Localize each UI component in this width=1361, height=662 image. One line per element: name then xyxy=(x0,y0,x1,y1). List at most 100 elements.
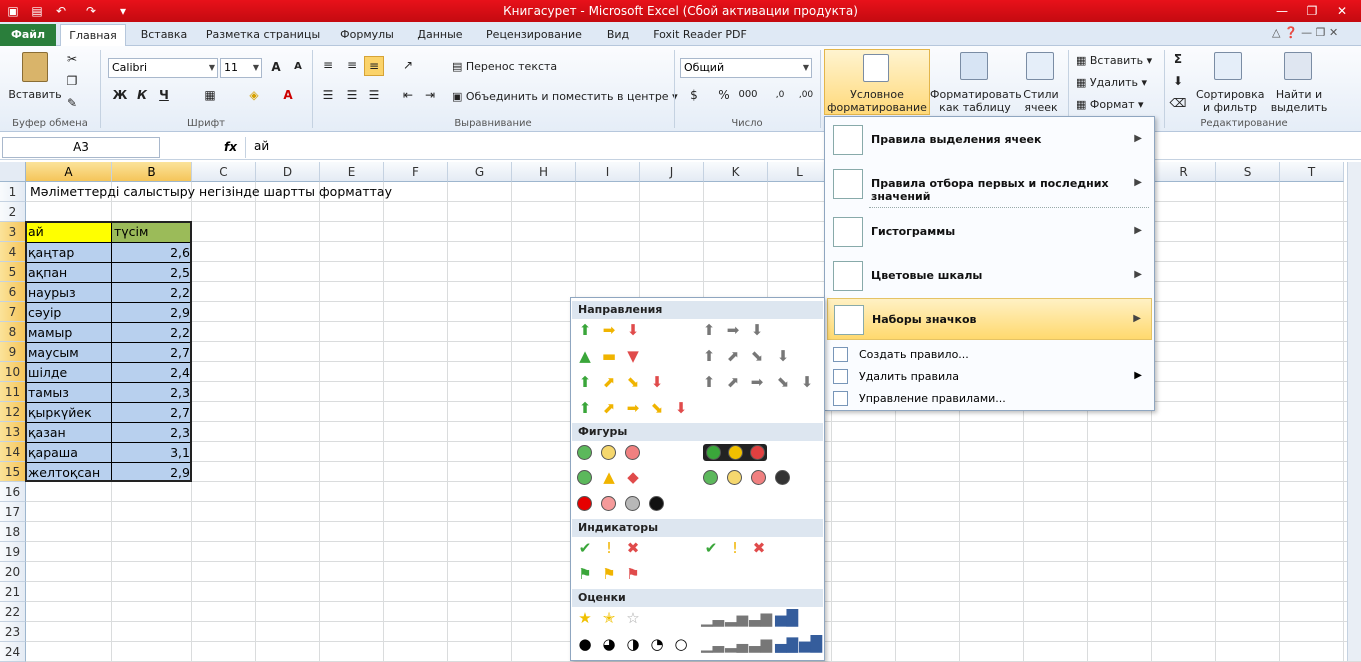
data-cell-value[interactable]: 2,2 xyxy=(112,282,192,302)
row-header[interactable]: 10 xyxy=(0,362,26,382)
number-format-combo[interactable]: Общий ▼ xyxy=(680,58,812,78)
column-header[interactable]: T xyxy=(1280,162,1344,182)
data-cell-value[interactable]: 2,4 xyxy=(112,362,192,382)
arrow-down-icon[interactable]: ⬇ xyxy=(623,320,643,340)
half-star-icon[interactable]: ✭ xyxy=(599,608,619,628)
arrow-right-gray-icon[interactable]: ➡ xyxy=(723,320,743,340)
menu-icon-sets[interactable]: Наборы значков ▶ xyxy=(827,298,1152,340)
row-header[interactable]: 14 xyxy=(0,442,26,462)
arrow-down-right-gray-icon[interactable]: ⬊ xyxy=(747,346,767,366)
data-cell-month[interactable]: қазан xyxy=(26,422,112,442)
find-select-button[interactable]: Найти и выделить xyxy=(1266,88,1332,114)
full-circle-icon[interactable]: ● xyxy=(575,634,595,654)
arrow-down-icon[interactable]: ⬇ xyxy=(647,372,667,392)
align-middle-icon[interactable]: ≡ xyxy=(342,56,362,76)
arrow-up-right-icon[interactable]: ⬈ xyxy=(599,372,619,392)
menu-clear-rules[interactable]: Удалить правила ▶ xyxy=(827,366,1152,387)
signal-bars-icon[interactable]: ▁▃ xyxy=(701,608,724,628)
cut-icon[interactable]: ✂ xyxy=(62,50,82,70)
font-name-combo[interactable]: Calibri ▼ xyxy=(108,58,218,78)
tab-file[interactable]: Файл xyxy=(0,24,56,46)
orientation-icon[interactable]: ↗ xyxy=(398,56,418,76)
tab-foxit[interactable]: Foxit Reader PDF xyxy=(646,26,754,46)
delete-cells-button[interactable]: ▦ Удалить ▾ xyxy=(1076,76,1147,89)
yellow-circle-icon[interactable] xyxy=(601,445,616,460)
arrow-down-gray-icon[interactable]: ⬇ xyxy=(773,346,793,366)
column-header[interactable]: D xyxy=(256,162,320,182)
insert-function-icon[interactable]: fx xyxy=(224,140,237,154)
column-header[interactable]: R xyxy=(1152,162,1216,182)
green-circle-icon[interactable] xyxy=(577,470,592,485)
cross-icon[interactable]: ✖ xyxy=(749,538,769,558)
arrow-up-right-gray-icon[interactable]: ⬈ xyxy=(723,346,743,366)
arrow-up-icon[interactable]: ⬆ xyxy=(575,372,595,392)
half-circle-icon[interactable]: ◑ xyxy=(623,634,643,654)
column-header[interactable]: L xyxy=(768,162,832,182)
row-header[interactable]: 21 xyxy=(0,582,26,602)
arrow-down-gray-icon[interactable]: ⬇ xyxy=(747,320,767,340)
data-cell-value[interactable]: 2,5 xyxy=(112,262,192,282)
column-header[interactable]: A xyxy=(26,162,112,182)
green-light-icon[interactable] xyxy=(706,445,721,460)
arrow-up-icon[interactable]: ⬆ xyxy=(575,398,595,418)
increase-indent-icon[interactable]: ⇥ xyxy=(420,86,440,106)
yellow-light-icon[interactable] xyxy=(728,445,743,460)
check-circle-icon[interactable]: ✔ xyxy=(575,538,595,558)
decrease-decimal-icon[interactable]: ,00 xyxy=(796,86,816,106)
green-circle-icon[interactable] xyxy=(703,470,718,485)
signal-bars-icon[interactable]: ▅█ xyxy=(799,634,822,654)
tab-view[interactable]: Вид xyxy=(596,26,640,46)
format-cells-button[interactable]: ▦ Формат ▾ xyxy=(1076,98,1144,111)
empty-circle-icon[interactable]: ○ xyxy=(671,634,691,654)
column-header[interactable]: C xyxy=(192,162,256,182)
red-flag-icon[interactable]: ⚑ xyxy=(623,564,643,584)
wrap-text-button[interactable]: ▤ Перенос текста xyxy=(452,60,557,73)
signal-bars-icon[interactable]: ▃▆ xyxy=(749,634,772,654)
empty-star-icon[interactable]: ☆ xyxy=(623,608,643,628)
data-cell-value[interactable]: 2,6 xyxy=(112,242,192,262)
column-header[interactable]: E xyxy=(320,162,384,182)
cross-circle-icon[interactable]: ✖ xyxy=(623,538,643,558)
red-circle-icon[interactable] xyxy=(625,445,640,460)
fill-icon[interactable]: ⬇ xyxy=(1168,72,1188,92)
exclamation-icon[interactable]: ! xyxy=(725,538,745,558)
arrow-right-icon[interactable]: ➡ xyxy=(599,320,619,340)
row-header[interactable]: 20 xyxy=(0,562,26,582)
autosum-icon[interactable]: Σ xyxy=(1168,50,1188,70)
data-cell-month[interactable]: маусым xyxy=(26,342,112,362)
row-header[interactable]: 1 xyxy=(0,182,26,202)
column-header[interactable]: I xyxy=(576,162,640,182)
row-header[interactable]: 22 xyxy=(0,602,26,622)
data-cell-month[interactable]: желтоқсан xyxy=(26,462,112,482)
format-painter-icon[interactable]: ✎ xyxy=(62,94,82,114)
green-circle-icon[interactable] xyxy=(577,445,592,460)
row-header[interactable]: 9 xyxy=(0,342,26,362)
align-top-icon[interactable]: ≡ xyxy=(318,56,338,76)
row-header[interactable]: 17 xyxy=(0,502,26,522)
conditional-formatting-button[interactable]: Условное форматирование xyxy=(824,49,930,115)
data-cell-value[interactable]: 3,1 xyxy=(112,442,192,462)
clear-icon[interactable]: ⌫ xyxy=(1168,94,1188,114)
data-cell-value[interactable]: 2,3 xyxy=(112,382,192,402)
tab-home[interactable]: Главная xyxy=(60,24,126,47)
signal-bars-icon[interactable]: ▁▃ xyxy=(701,634,724,654)
borders-icon[interactable]: ▦ xyxy=(200,86,220,106)
triangle-down-icon[interactable]: ▼ xyxy=(623,346,643,366)
font-color-icon[interactable]: A xyxy=(278,86,298,106)
tab-page-layout[interactable]: Разметка страницы xyxy=(200,26,326,46)
tab-insert[interactable]: Вставка xyxy=(132,26,196,46)
data-cell-month[interactable]: тамыз xyxy=(26,382,112,402)
arrow-right-gray-icon[interactable]: ➡ xyxy=(747,372,767,392)
row-header[interactable]: 23 xyxy=(0,622,26,642)
column-header[interactable]: J xyxy=(640,162,704,182)
data-cell-value[interactable]: 2,2 xyxy=(112,322,192,342)
tab-review[interactable]: Рецензирование xyxy=(478,26,590,46)
close-icon[interactable]: ✕ xyxy=(1328,1,1356,21)
pink-circle-icon[interactable] xyxy=(601,496,616,511)
row-header[interactable]: 4 xyxy=(0,242,26,262)
row-header[interactable]: 19 xyxy=(0,542,26,562)
row-header[interactable]: 2 xyxy=(0,202,26,222)
font-size-combo[interactable]: 11 ▼ xyxy=(220,58,262,78)
red-circle-icon[interactable] xyxy=(577,496,592,511)
tab-formulas[interactable]: Формулы xyxy=(332,26,402,46)
